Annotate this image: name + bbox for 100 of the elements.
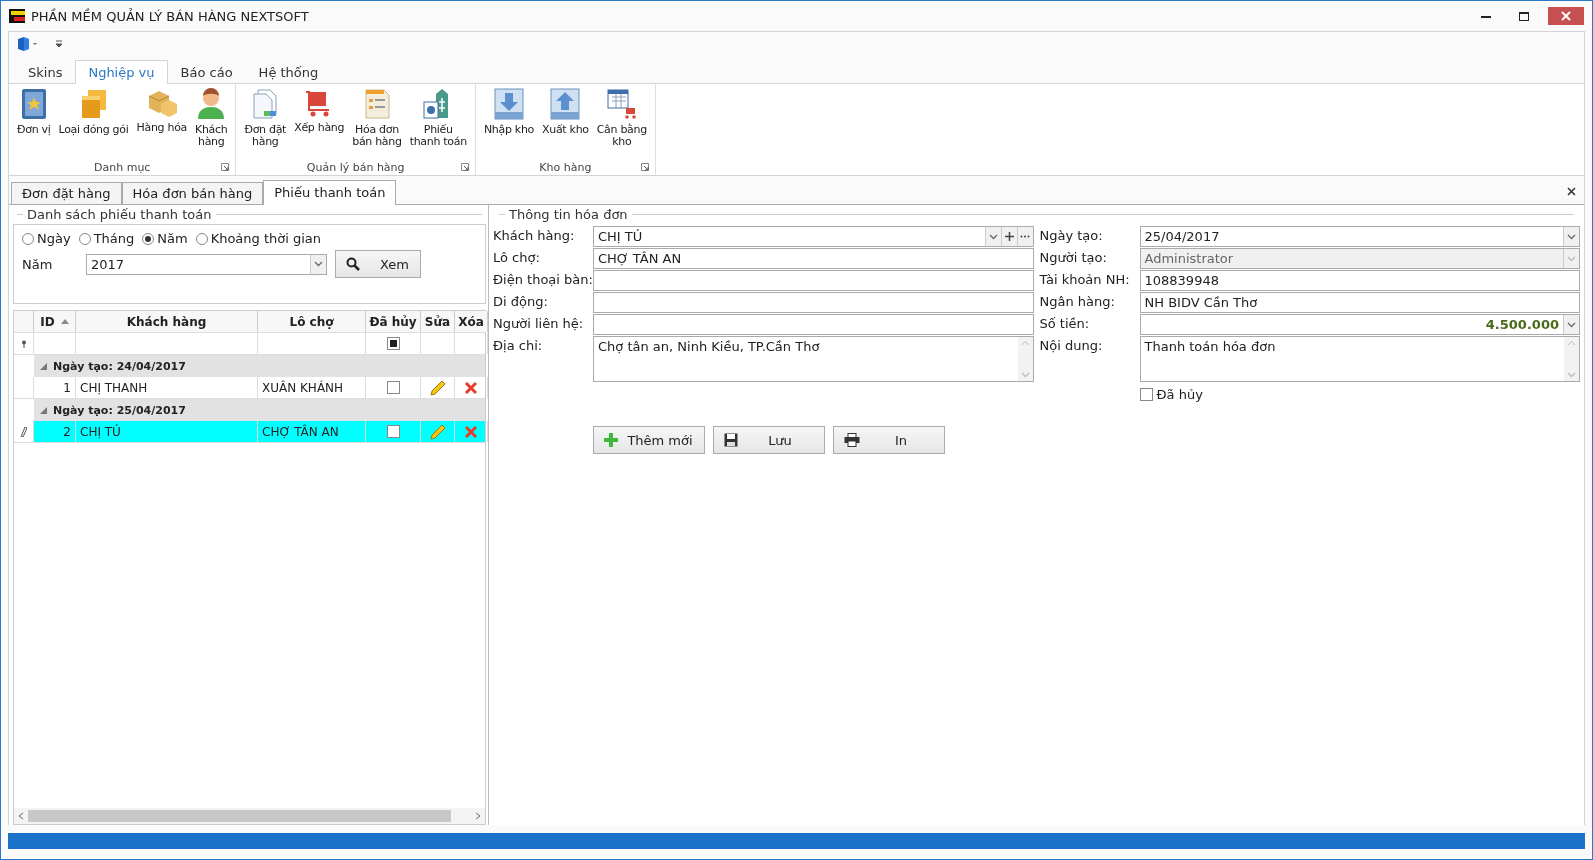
customize-toolbar-icon[interactable] [55, 40, 63, 48]
memo-field[interactable]: Thanh toán hóa đơn [1139, 336, 1580, 382]
input-field[interactable] [593, 292, 1034, 313]
column-header[interactable]: Khách hàng [76, 311, 258, 332]
ribbon-button[interactable]: Xuất kho [538, 88, 593, 159]
document-tab[interactable]: Phiếu thanh toán [263, 180, 397, 205]
ribbon-button[interactable]: Hàng hóa [132, 88, 191, 159]
dialog-launcher-icon[interactable] [221, 163, 230, 171]
close-button[interactable] [1548, 7, 1584, 25]
cancelled-checkbox[interactable]: Đã hủy [1139, 387, 1580, 402]
action-button[interactable]: Thêm mới [593, 426, 705, 454]
ribbon-button[interactable]: Đơn đặt hàng [240, 88, 291, 159]
action-button[interactable]: Lưu [713, 426, 825, 454]
lookup-field[interactable]: CHỊ TÚ [593, 226, 1034, 247]
field-label: Khách hàng: [493, 227, 576, 243]
app-menu-icon[interactable] [17, 37, 39, 51]
column-header[interactable]: Xóa [455, 311, 488, 332]
ribbon-button[interactable]: Đơn vị [13, 88, 55, 159]
field-label: Địa chỉ: [493, 337, 544, 353]
pencil-indicator-icon [20, 426, 27, 437]
chevron-up-icon [1567, 340, 1576, 346]
ribbon-button[interactable]: Hóa đơn bán hàng [348, 88, 406, 159]
field-label: Người tạo: [1039, 249, 1108, 265]
document-tab[interactable]: Đơn đặt hàng [11, 182, 122, 204]
filter-checkbox[interactable] [386, 337, 400, 350]
memo-scrollbar[interactable] [1017, 337, 1033, 381]
ribbon-group-label: Kho hàng [539, 160, 592, 174]
view-button[interactable]: Xem [335, 250, 421, 278]
column-header[interactable]: Sửa [421, 311, 455, 332]
amount-field[interactable]: 4.500.000 [1139, 314, 1580, 335]
search-icon [346, 257, 360, 271]
input-field[interactable] [593, 270, 1034, 291]
document-tab[interactable]: Hóa đơn bán hàng [121, 182, 264, 204]
close-icon [1561, 11, 1571, 21]
ribbon-button[interactable]: Cân bằng kho [592, 88, 651, 159]
ribbon-button[interactable]: Phiếu thanh toán [405, 88, 471, 159]
chevron-right-icon[interactable] [475, 812, 481, 820]
delete-icon[interactable] [464, 380, 478, 395]
horizontal-scrollbar[interactable] [14, 808, 485, 824]
memo-field[interactable]: Chợ tân an, Ninh Kiều, TP.Cần Thơ [593, 336, 1034, 382]
group-title: Thông tin hóa đơn [509, 207, 628, 222]
table-cell: CHỢ TÂN AN [258, 421, 366, 442]
dropdown-button[interactable] [1563, 227, 1579, 246]
input-field[interactable]: CHỢ TÂN AN [593, 248, 1034, 269]
action-button[interactable]: In [833, 426, 945, 454]
column-header[interactable]: ID [34, 311, 76, 332]
chevron-down-icon [1567, 233, 1576, 240]
delete-icon[interactable] [464, 424, 478, 439]
pencil-icon[interactable] [429, 379, 446, 396]
table-cell: 2 [34, 421, 76, 442]
table-row[interactable]: 2 CHỊ TÚ CHỢ TÂN AN [14, 421, 485, 443]
input-field[interactable] [593, 314, 1034, 335]
group-row[interactable]: Ngày tạo: 25/04/2017 [34, 399, 485, 421]
dropdown-button[interactable] [310, 254, 326, 274]
plus-icon [1004, 232, 1014, 241]
row-checkbox[interactable] [386, 425, 400, 438]
ribbon-button[interactable]: Khách hàng [191, 88, 232, 159]
ribbon-tab[interactable]: Hệ thống [245, 60, 332, 84]
group-row[interactable]: Ngày tạo: 24/04/2017 [34, 355, 485, 377]
chevron-left-icon[interactable] [18, 812, 24, 820]
dialog-launcher-icon[interactable] [460, 163, 469, 171]
combo-field[interactable]: 25/04/2017 [1139, 226, 1580, 247]
ribbon-button[interactable]: Loại đóng gói [54, 88, 133, 159]
chevron-down-icon [1567, 255, 1576, 262]
radio-option[interactable]: Ngày [22, 231, 71, 246]
radio-option[interactable]: Khoảng thời gian [195, 231, 322, 246]
ellipsis-icon [1020, 235, 1030, 238]
table-cell: 1 [34, 377, 76, 398]
dialog-launcher-icon[interactable] [640, 163, 649, 171]
collapse-icon[interactable] [40, 406, 47, 414]
radio-option[interactable]: Năm [142, 231, 188, 246]
maximize-icon[interactable] [1519, 11, 1529, 21]
dropdown-button[interactable] [1563, 315, 1579, 334]
radio-option[interactable]: Tháng [78, 231, 135, 246]
chevron-down-icon [314, 261, 323, 267]
collapse-icon[interactable] [40, 362, 47, 370]
ribbon-tab[interactable]: Báo cáo [167, 60, 246, 84]
close-icon[interactable] [1567, 187, 1576, 196]
ribbon-button[interactable]: Xếp hàng [290, 88, 349, 159]
input-field[interactable]: NH BIDV Cần Thơ [1139, 292, 1580, 313]
column-header[interactable]: Đã hủy [366, 311, 421, 332]
column-header[interactable]: Lô chợ [258, 311, 366, 332]
ribbon-tab[interactable]: Nghiệp vụ [75, 60, 168, 84]
window-title: PHẦN MỀM QUẢN LÝ BÁN HÀNG NEXTSOFT [31, 8, 310, 24]
ribbon-button[interactable]: Nhập kho [479, 88, 538, 159]
minimize-icon[interactable] [1481, 14, 1491, 18]
printer-icon [844, 433, 860, 447]
row-checkbox[interactable] [386, 381, 400, 394]
scroll-thumb[interactable] [28, 810, 451, 822]
chevron-down-icon [1567, 321, 1576, 328]
group-title: Danh sách phiếu thanh toán [27, 207, 212, 222]
table-row[interactable]: 1 CHỊ THANH XUÂN KHÁNH [14, 377, 485, 399]
pencil-icon[interactable] [429, 423, 446, 440]
input-field[interactable]: 108839948 [1139, 270, 1580, 291]
field-label: Năm [22, 256, 54, 272]
ribbon-tab[interactable]: Skins [15, 60, 76, 84]
year-combo[interactable]: 2017 [86, 253, 327, 275]
dropdown-button[interactable] [984, 227, 1001, 246]
memo-scrollbar[interactable] [1564, 337, 1579, 381]
field-label: Lô chợ: [493, 249, 541, 265]
